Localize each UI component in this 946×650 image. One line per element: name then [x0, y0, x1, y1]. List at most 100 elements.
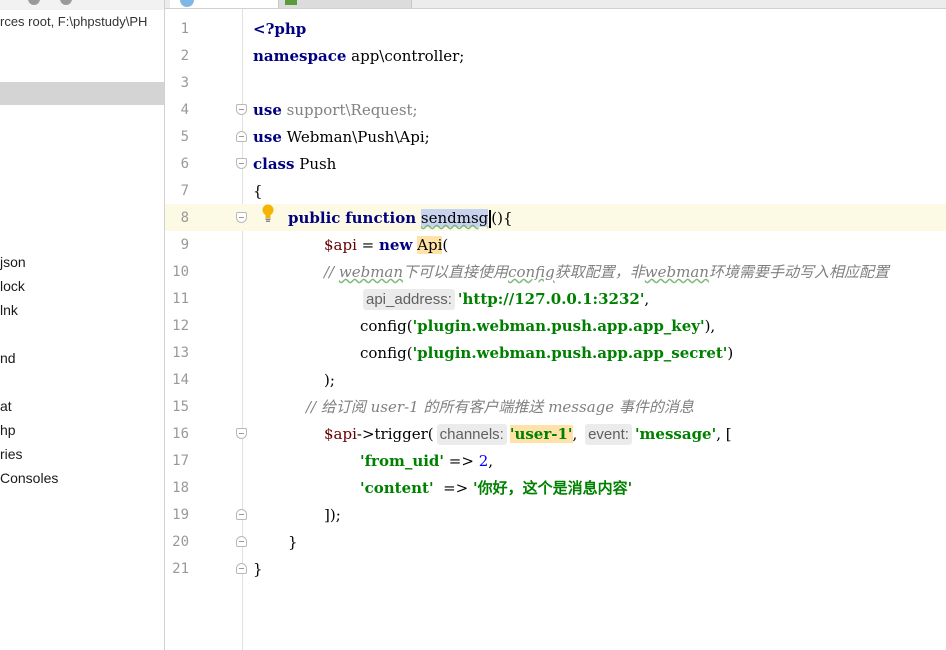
tree-item[interactable]: lnk [0, 299, 18, 321]
code-line-11[interactable]: api_address:'http://127.0.0.1:3232', [360, 286, 649, 313]
tab-other-file[interactable] [279, 0, 412, 8]
function-call: config( [360, 317, 413, 335]
code-line-18[interactable]: 'content' => '你好，这个是消息内容' [360, 475, 632, 502]
comment-text: 环境需要手动写入相应配置 [708, 263, 889, 281]
string-literal: 'http://127.0.0.1:3232' [457, 290, 645, 308]
function-call: config( [360, 344, 413, 362]
fold-marker-icon[interactable] [236, 131, 247, 142]
line-number[interactable]: 5 [165, 124, 189, 151]
parameter-hint: channels: [436, 424, 507, 445]
fold-marker-icon[interactable] [236, 509, 247, 520]
line-number[interactable]: 3 [165, 70, 189, 97]
code-text: ) [727, 344, 734, 362]
code-line-4[interactable]: use support\Request; [253, 97, 418, 124]
line-number[interactable]: 13 [165, 340, 189, 367]
code-line-21[interactable]: } [253, 556, 263, 583]
code-line-12[interactable]: config('plugin.webman.push.app.app_key')… [360, 313, 715, 340]
tree-item[interactable]: json [0, 251, 26, 273]
code-line-19[interactable]: ]); [324, 502, 341, 529]
comment-text: webman [338, 263, 404, 281]
method-name-selected[interactable]: sendmsg [420, 209, 489, 227]
grid-file-icon [285, 0, 297, 5]
fold-marker-icon[interactable] [236, 104, 247, 115]
line-number[interactable]: 19 [165, 502, 189, 529]
unused-import-text: support\Request; [281, 101, 418, 119]
keyword: class [253, 155, 295, 173]
code-text: => [444, 452, 479, 470]
fold-marker-icon[interactable] [236, 563, 247, 574]
fold-marker-icon[interactable] [236, 536, 247, 547]
line-number[interactable]: 4 [165, 97, 189, 124]
current-line-highlight [165, 204, 946, 231]
code-line-17[interactable]: 'from_uid' => 2, [360, 448, 493, 475]
tree-item-scratches-consoles[interactable]: Consoles [0, 467, 58, 489]
line-number[interactable]: 9 [165, 232, 189, 259]
line-number[interactable]: 6 [165, 151, 189, 178]
code-text: ]); [324, 506, 341, 524]
project-root-path[interactable]: rces root, F:\phpstudy\PH [0, 14, 147, 29]
fold-marker-icon[interactable] [236, 212, 247, 223]
tree-item-external-libraries[interactable]: ries [0, 443, 23, 465]
code-line-7[interactable]: { [253, 178, 263, 205]
line-number[interactable]: 10 [165, 259, 189, 286]
line-number[interactable]: 12 [165, 313, 189, 340]
code-line-6[interactable]: class Push [253, 151, 336, 178]
line-number[interactable]: 16 [165, 421, 189, 448]
comment-text: 下可以直接使用 [403, 263, 509, 281]
code-line-20[interactable]: } [288, 529, 298, 556]
editor-tab-bar [165, 0, 946, 9]
comment-text: config [508, 263, 555, 281]
line-number[interactable]: 8 [165, 205, 189, 232]
code-line-13[interactable]: config('plugin.webman.push.app.app_secre… [360, 340, 733, 367]
line-number[interactable]: 14 [165, 367, 189, 394]
parameter-hint: event: [585, 424, 632, 445]
tree-item[interactable]: lock [0, 275, 25, 297]
project-tree-panel: rces root, F:\phpstudy\PH json lock lnk … [0, 0, 165, 650]
comment-text: 获取配置，非 [554, 263, 645, 281]
code-line-8[interactable]: public function sendmsg(){ [288, 205, 513, 232]
keyword: namespace [253, 47, 347, 65]
project-toolbar [0, 0, 164, 10]
fold-marker-icon[interactable] [236, 158, 247, 169]
code-line-9[interactable]: $api = new Api( [324, 232, 448, 259]
selected-tree-row[interactable] [0, 82, 164, 105]
comment-text: // [324, 263, 339, 281]
line-number[interactable]: 18 [165, 475, 189, 502]
keyword: use [253, 101, 282, 119]
class-name: Push [294, 155, 337, 173]
parameter-hint: api_address: [363, 289, 455, 310]
line-number[interactable]: 7 [165, 178, 189, 205]
line-number[interactable]: 17 [165, 448, 189, 475]
variable: $api [324, 236, 357, 254]
class-name: Api [417, 236, 443, 254]
pin-icon[interactable] [60, 0, 72, 5]
tab-push-php[interactable] [170, 0, 279, 8]
code-line-1[interactable]: <?php [253, 16, 306, 43]
tree-item[interactable]: hp [0, 419, 16, 441]
keyword: function [345, 209, 417, 227]
tree-item[interactable]: nd [0, 347, 16, 369]
fold-marker-icon[interactable] [236, 428, 247, 439]
line-number[interactable]: 21 [165, 556, 189, 583]
code-line-14[interactable]: ); [324, 367, 335, 394]
line-number[interactable]: 20 [165, 529, 189, 556]
code-line-16[interactable]: $api->trigger(channels:'user-1', event: '… [324, 421, 732, 448]
brace: { [253, 182, 263, 200]
method-call: ->trigger( [356, 425, 434, 443]
code-line-2[interactable]: namespace app\controller; [253, 43, 464, 70]
keyword: new [379, 236, 413, 254]
line-number[interactable]: 1 [165, 16, 189, 43]
code-line-10[interactable]: // webman下可以直接使用config获取配置，非webman环境需要手动… [324, 259, 889, 286]
settings-icon[interactable] [28, 0, 40, 5]
comment-text: // 给订阅 user-1 的所有客户端推送 message 事件的消息 [306, 398, 694, 416]
line-number[interactable]: 15 [165, 394, 189, 421]
lightbulb-icon[interactable] [261, 204, 275, 224]
tree-item[interactable]: at [0, 395, 12, 417]
code-line-5[interactable]: use Webman\Push\Api; [253, 124, 430, 151]
code-line-15[interactable]: // 给订阅 user-1 的所有客户端推送 message 事件的消息 [306, 394, 694, 421]
line-number[interactable]: 2 [165, 43, 189, 70]
line-number[interactable]: 11 [165, 286, 189, 313]
code-text: , [644, 290, 650, 308]
code-text: , [572, 425, 578, 443]
code-text: ); [324, 371, 335, 389]
